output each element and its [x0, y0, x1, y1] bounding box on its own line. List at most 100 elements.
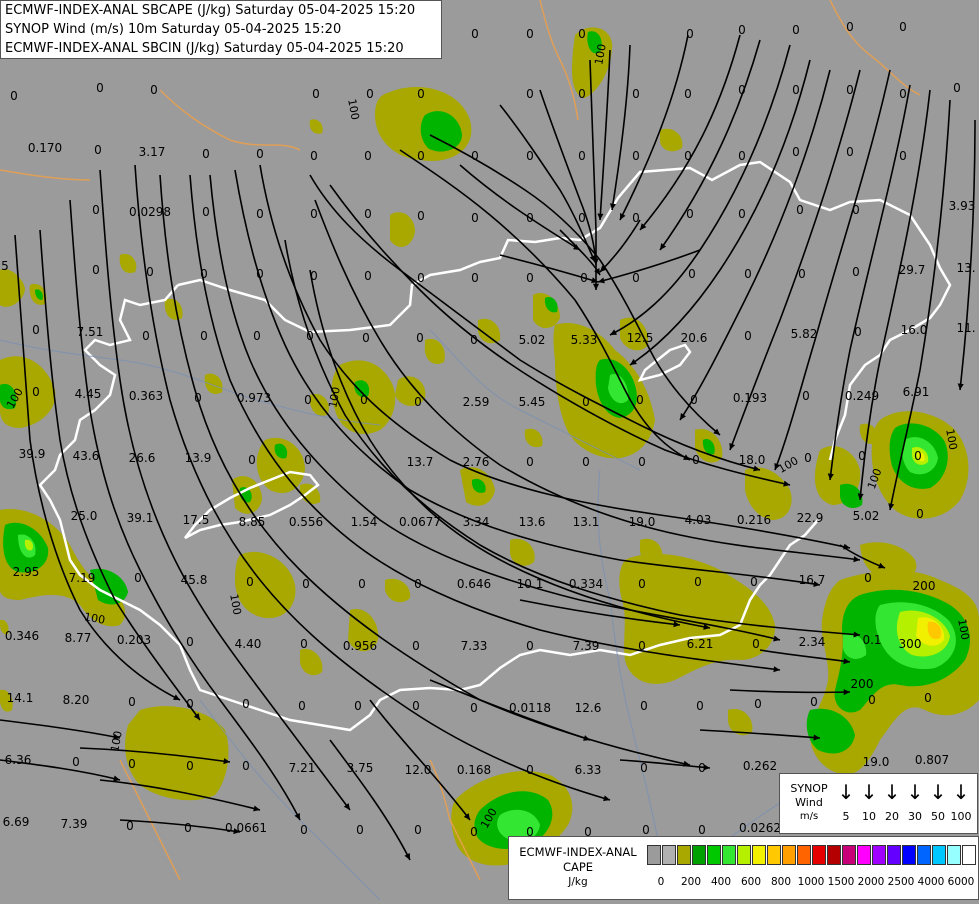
map-value-label: 10.1 — [517, 577, 544, 591]
cape-tick-label: 1500 — [827, 876, 855, 888]
map-value-label: 0 — [846, 20, 854, 34]
map-value-label: 0 — [578, 27, 586, 41]
cape-tick-label: 2000 — [857, 876, 885, 888]
map-value-label: 6.91 — [903, 385, 930, 399]
cape-tick-label: 2500 — [887, 876, 915, 888]
map-value-label: 0 — [471, 271, 479, 285]
map-value-label: 0 — [864, 571, 872, 585]
map-value-label: 0.346 — [5, 629, 39, 643]
map-value-label: 7.19 — [69, 571, 96, 585]
map-value-label: 16.0 — [901, 323, 928, 337]
map-value-label: 39.1 — [127, 511, 154, 525]
map-value-label: 6.33 — [575, 763, 602, 777]
map-value-label: 0.1 — [862, 633, 881, 647]
cape-color-swatch — [917, 845, 931, 865]
map-value-label: 3.17 — [139, 145, 166, 159]
map-value-label: 0 — [802, 389, 810, 403]
cape-color-swatch — [722, 845, 736, 865]
cape-color-swatch — [752, 845, 766, 865]
map-value-label: 300 — [899, 637, 922, 651]
map-view[interactable]: 0 0 0 0 0 0 0 0 0 0 0 0 0 0 0 0 0 0 0 0 0 0 0 0.170 0 3.17 0 0 0 0 0 0 0… — [0, 0, 979, 901]
wind-legend-title: SYNOP Wind m/s — [784, 782, 834, 824]
map-header: ECMWF-INDEX-ANAL SBCAPE (J/kg) Saturday … — [0, 0, 442, 59]
map-value-label: 0 — [694, 575, 702, 589]
map-value-label: 12.0 — [405, 763, 432, 777]
map-value-label: 25.0 — [71, 509, 98, 523]
map-value-label: 0 — [578, 149, 586, 163]
cape-legend-title-2: CAPE — [562, 860, 594, 874]
map-value-label: 0 — [684, 149, 692, 163]
wind-arrow-icon: ↓ — [860, 780, 878, 804]
map-value-label: 0.0118 — [509, 701, 551, 715]
map-value-label: 0.956 — [343, 639, 377, 653]
map-value-label: 0 — [412, 639, 420, 653]
map-value-label: 0 — [354, 699, 362, 713]
map-value-label: 0 — [636, 393, 644, 407]
cape-color-swatch — [677, 845, 691, 865]
map-value-label: 4.40 — [235, 637, 262, 651]
cape-legend: ECMWF-INDEX-ANAL CAPE J/kg 0 200 400 600 800… — [508, 836, 979, 900]
map-value-label: 0 — [312, 87, 320, 101]
map-value-label: 0 — [754, 697, 762, 711]
map-value-label: 0 — [248, 453, 256, 467]
map-value-label: 0 — [738, 83, 746, 97]
map-value-label: 0 — [302, 577, 310, 591]
map-value-label: 13.7 — [407, 455, 434, 469]
map-value-label: 0 — [128, 757, 136, 771]
map-value-label: 0 — [300, 637, 308, 651]
map-value-label: 7.51 — [77, 325, 104, 339]
map-value-label: 0 — [414, 577, 422, 591]
map-value-label: 0 — [310, 207, 318, 221]
map-value-label: 0 — [738, 149, 746, 163]
map-value-label: 0 — [526, 763, 534, 777]
map-value-label: 0 — [526, 27, 534, 41]
cape-color-swatch — [887, 845, 901, 865]
map-value-label: 0.363 — [129, 389, 163, 403]
map-value-label: 0 — [128, 695, 136, 709]
map-value-label: 0 — [804, 451, 812, 465]
header-line-cin: ECMWF-INDEX-ANAL SBCIN (J/kg) Saturday 0… — [5, 41, 404, 56]
map-value-label: 16.7 — [799, 573, 826, 587]
map-value-label: 7.33 — [461, 639, 488, 653]
map-value-label: 0 — [792, 145, 800, 159]
map-value-label: 5.82 — [791, 327, 818, 341]
wind-legend-title-2: Wind — [795, 796, 823, 809]
map-value-label: 0.262 — [743, 759, 777, 773]
map-value-label: 0 — [200, 267, 208, 281]
map-value-label: 0 — [364, 207, 372, 221]
map-value-label: 0.168 — [457, 763, 491, 777]
map-value-label: 0 — [744, 329, 752, 343]
map-value-label: 14.1 — [7, 691, 34, 705]
map-value-label: 0.216 — [737, 513, 771, 527]
wind-arrow-icon: ↓ — [837, 780, 855, 804]
map-value-label: 0 — [924, 691, 932, 705]
map-value-label: 0 — [417, 209, 425, 223]
map-value-label: 2.76 — [463, 455, 490, 469]
map-value-label: 0 — [690, 393, 698, 407]
map-value-label: 0.193 — [733, 391, 767, 405]
map-value-label: 0 — [638, 577, 646, 591]
map-value-label: 0 — [92, 263, 100, 277]
cape-tick-label: 1000 — [797, 876, 825, 888]
cape-color-swatch — [932, 845, 946, 865]
cape-color-swatch — [782, 845, 796, 865]
map-value-label: 0 — [868, 693, 876, 707]
map-value-label: 0 — [94, 143, 102, 157]
map-value-label: 0 — [632, 271, 640, 285]
map-value-label: 0 — [246, 575, 254, 589]
cape-tick-label: 600 — [740, 876, 762, 888]
map-value-label: 0 — [364, 269, 372, 283]
map-value-label: 0.646 — [457, 577, 491, 591]
map-value-label: 0 — [253, 329, 261, 343]
map-value-label: 0 — [526, 211, 534, 225]
wind-speed-label: 20 — [885, 810, 899, 823]
map-value-label: 13.1 — [573, 515, 600, 529]
map-value-label: 4.45 — [75, 387, 102, 401]
cape-color-swatch — [797, 845, 811, 865]
map-value-label: 0 — [200, 329, 208, 343]
map-value-label: 3.34 — [463, 515, 490, 529]
map-value-label: 0 — [134, 571, 142, 585]
map-value-label: 6.36 — [5, 753, 32, 767]
map-value-label: 0 — [470, 333, 478, 347]
map-value-label: 6.21 — [687, 637, 714, 651]
